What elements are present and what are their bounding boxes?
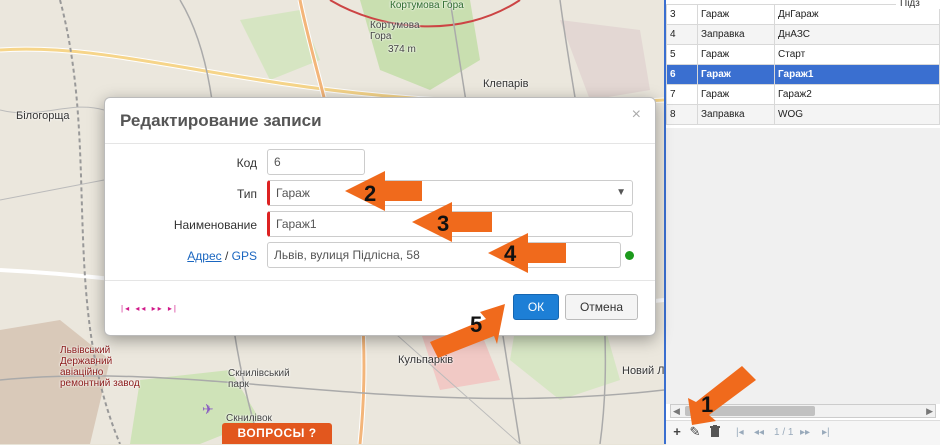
callout-number-4: 4 (504, 241, 517, 266)
callout-arrow-2 (345, 171, 422, 211)
callout-number-2: 2 (364, 181, 377, 206)
callout-arrows-layer (345, 171, 756, 425)
callout-number-3: 3 (437, 211, 450, 236)
callout-arrow-4 (488, 233, 566, 273)
callout-number-5: 5 (470, 312, 483, 337)
callout-arrow-5 (430, 304, 505, 358)
callout-arrow-1 (688, 366, 756, 425)
callout-number-1: 1 (701, 392, 714, 417)
callout-arrow-3 (412, 202, 492, 242)
